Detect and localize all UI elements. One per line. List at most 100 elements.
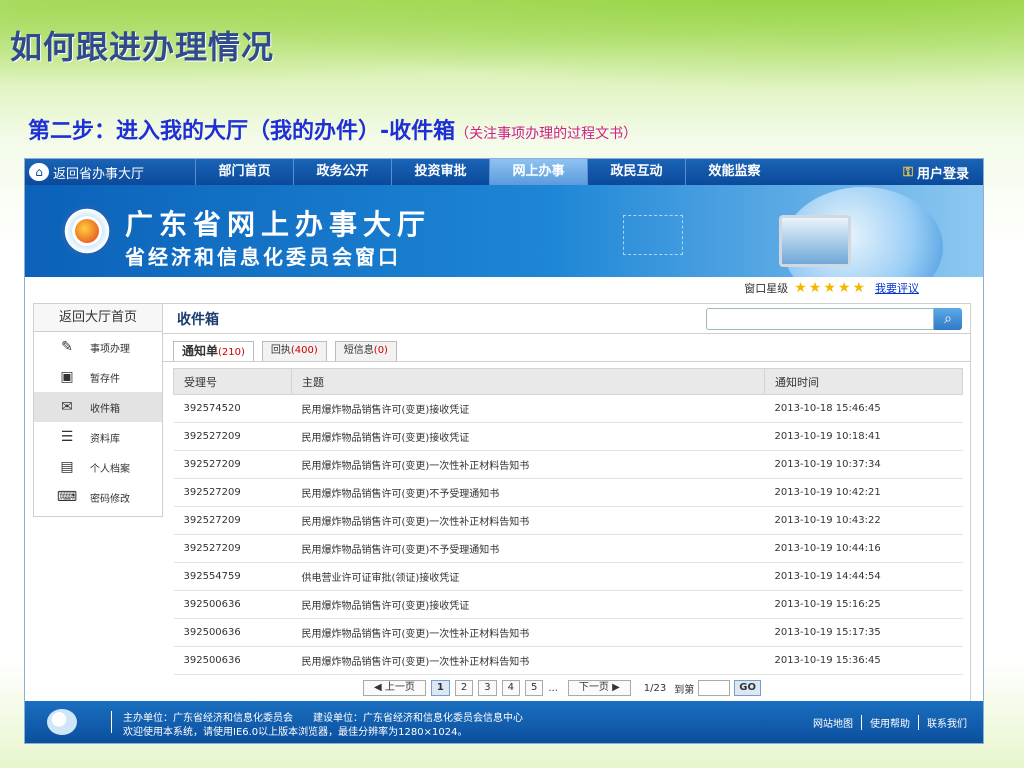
table-row[interactable]: 392527209 民用爆炸物品销售许可(变更)接收凭证 2013-10-19 10… [173, 422, 963, 451]
cell-subject[interactable]: 民用爆炸物品销售许可(变更)接收凭证 [291, 590, 765, 619]
cell-id: 392527209 [173, 450, 292, 479]
table-row[interactable]: 392527209 民用爆炸物品销售许可(变更)不予受理通知书 2013-10-19… [173, 534, 963, 563]
nav-item-interact[interactable]: 政民互动 [587, 159, 685, 185]
cell-subject[interactable]: 供电营业许可证审批(领证)接收凭证 [291, 562, 765, 591]
page-button-2[interactable]: 2 [454, 680, 474, 696]
table-row[interactable]: 392500636 民用爆炸物品销售许可(变更)一次性补正材料告知书 2013-10… [173, 646, 963, 675]
top-navigation: ⌂ 返回省办事大厅 部门首页 政务公开 投资审批 网上办事 政民互动 效能监察 ⚿… [25, 159, 983, 185]
key-icon: ⚿ [903, 164, 913, 180]
cell-subject[interactable]: 民用爆炸物品销售许可(变更)一次性补正材料告知书 [291, 506, 765, 535]
save-icon: ▣ [60, 369, 74, 385]
sidebar-item-inbox[interactable]: ✉ 收件箱 [34, 392, 162, 422]
cell-id: 392574520 [173, 394, 292, 423]
nav-item-invest[interactable]: 投资审批 [391, 159, 489, 185]
inbox-title: 收件箱 [177, 311, 219, 328]
edit-icon: ✎ [61, 339, 73, 355]
sidebar-item-handle[interactable]: ✎ 事项办理 [34, 332, 162, 362]
table-header-row: 受理号 主题 通知时间 [173, 368, 963, 395]
main-area: 返回大厅首页 ✎ 事项办理 ▣ 暂存件 ✉ 收件箱 ☰ 资料库 ▤ 个人档案 ⌨ 密码修改 … [33, 303, 973, 707]
tab-count: (0) [373, 345, 388, 356]
step-heading: 第二步：进入我的大厅（我的办件）-收件箱（关注事项办理的过程文书） [28, 113, 637, 145]
rate-link[interactable]: 我要评议 [875, 280, 919, 296]
nav-home-link[interactable]: ⌂ 返回省办事大厅 [25, 163, 195, 182]
jump-label: 到第 [674, 684, 695, 696]
sidebar-item-profile[interactable]: ▤ 个人档案 [34, 452, 162, 482]
inbox-header: 收件箱 ⌕ [163, 304, 970, 334]
cell-id: 392527209 [173, 422, 292, 451]
cell-time: 2013-10-19 10:42:21 [764, 478, 963, 507]
portal-screenshot: ⌂ 返回省办事大厅 部门首页 政务公开 投资审批 网上办事 政民互动 效能监察 ⚿… [24, 158, 984, 744]
search-icon: ⌕ [944, 310, 952, 327]
cell-time: 2013-10-19 10:43:22 [764, 506, 963, 535]
table-row[interactable]: 392527209 民用爆炸物品销售许可(变更)一次性补正材料告知书 2013-10… [173, 506, 963, 535]
tab-count: (400) [290, 345, 318, 356]
tab-messages[interactable]: 短信息(0) [334, 341, 397, 361]
table-row[interactable]: 392527209 民用爆炸物品销售许可(变更)一次性补正材料告知书 2013-10… [173, 450, 963, 479]
tab-label: 通知单 [182, 344, 219, 358]
tab-label: 短信息 [343, 345, 374, 356]
cell-time: 2013-10-19 14:44:54 [764, 562, 963, 591]
login-link[interactable]: ⚿ 用户登录 [903, 163, 983, 182]
page-button-1[interactable]: 1 [430, 680, 450, 696]
home-icon: ⌂ [29, 163, 49, 181]
sidebar-item-library[interactable]: ☰ 资料库 [34, 422, 162, 452]
cell-id: 392554759 [173, 562, 292, 591]
banner-decoration [623, 215, 683, 255]
tab-receipts[interactable]: 回执(400) [261, 341, 327, 361]
cell-subject[interactable]: 民用爆炸物品销售许可(变更)接收凭证 [291, 394, 765, 423]
footer-link-contact[interactable]: 联系我们 [918, 715, 975, 730]
search-input[interactable] [706, 307, 934, 330]
nav-item-dept[interactable]: 部门首页 [195, 159, 293, 185]
table-row[interactable]: 392554759 供电营业许可证审批(领证)接收凭证 2013-10-19 14:… [173, 562, 963, 591]
nav-item-supervise[interactable]: 效能监察 [685, 159, 783, 185]
portal-logo [61, 205, 113, 257]
cell-time: 2013-10-18 15:46:45 [764, 394, 963, 423]
cell-subject[interactable]: 民用爆炸物品销售许可(变更)接收凭证 [291, 422, 765, 451]
page-button-3[interactable]: 3 [478, 680, 497, 696]
footer-link-sitemap[interactable]: 网站地图 [805, 715, 861, 730]
footer-logo [47, 709, 77, 735]
cell-subject[interactable]: 民用爆炸物品销售许可(变更)不予受理通知书 [291, 534, 765, 563]
password-icon: ⌨ [56, 489, 78, 505]
page-button-5[interactable]: 5 [524, 680, 544, 696]
cell-time: 2013-10-19 15:17:35 [764, 618, 963, 647]
table-row[interactable]: 392527209 民用爆炸物品销售许可(变更)不予受理通知书 2013-10-19… [173, 478, 963, 507]
nav-item-public[interactable]: 政务公开 [293, 159, 391, 185]
tab-notices[interactable]: 通知单(210) [173, 341, 254, 361]
page-jump-input[interactable] [698, 680, 731, 696]
search-box: ⌕ [706, 307, 962, 330]
cell-time: 2013-10-19 15:16:25 [764, 590, 963, 619]
table-row[interactable]: 392500636 民用爆炸物品销售许可(变更)接收凭证 2013-10-19 15… [173, 590, 963, 619]
nav-item-online[interactable]: 网上办事 [489, 159, 587, 185]
database-icon: ☰ [60, 429, 74, 445]
prev-page-button[interactable]: ◀ 上一页 [363, 680, 426, 696]
step-main-text: 第二步：进入我的大厅（我的办件）-收件箱 [28, 119, 456, 144]
nav-home-label: 返回省办事大厅 [53, 166, 145, 182]
mail-icon: ✉ [61, 399, 73, 415]
cell-time: 2013-10-19 10:18:41 [764, 422, 963, 451]
sidebar-item-password[interactable]: ⌨ 密码修改 [34, 482, 162, 512]
page-button-4[interactable]: 4 [501, 680, 520, 696]
cell-subject[interactable]: 民用爆炸物品销售许可(变更)一次性补正材料告知书 [291, 450, 765, 479]
cell-time: 2013-10-19 10:37:34 [764, 450, 963, 479]
pagination: ◀ 上一页 1 2 3 4 5 ... 下一页 ▶ 1/23 到第 GO [363, 680, 761, 696]
cell-subject[interactable]: 民用爆炸物品销售许可(变更)一次性补正材料告知书 [291, 646, 765, 675]
sidebar-home-link[interactable]: 返回大厅首页 [34, 304, 162, 332]
banner-title: 广东省网上办事大厅 [125, 208, 432, 241]
go-button[interactable]: GO [734, 680, 761, 696]
sidebar-item-label: 密码修改 [90, 493, 130, 505]
sidebar-item-draft[interactable]: ▣ 暂存件 [34, 362, 162, 392]
cell-subject[interactable]: 民用爆炸物品销售许可(变更)不予受理通知书 [291, 478, 765, 507]
step-note: （关注事项办理的过程文书） [455, 126, 638, 142]
sidebar-item-label: 事项办理 [90, 343, 130, 355]
footer-link-help[interactable]: 使用帮助 [861, 715, 918, 730]
table-row[interactable]: 392500636 民用爆炸物品销售许可(变更)一次性补正材料告知书 2013-10… [173, 618, 963, 647]
header-banner: 广东省网上办事大厅 省经济和信息化委员会窗口 [25, 185, 983, 277]
next-page-button[interactable]: 下一页 ▶ [567, 680, 631, 696]
login-label: 用户登录 [916, 166, 969, 182]
cell-subject[interactable]: 民用爆炸物品销售许可(变更)一次性补正材料告知书 [291, 618, 765, 647]
tab-count: (210) [218, 347, 245, 358]
cell-time: 2013-10-19 15:36:45 [764, 646, 963, 675]
search-button[interactable]: ⌕ [934, 307, 962, 330]
table-row[interactable]: 392574520 民用爆炸物品销售许可(变更)接收凭证 2013-10-18 15… [173, 394, 963, 423]
